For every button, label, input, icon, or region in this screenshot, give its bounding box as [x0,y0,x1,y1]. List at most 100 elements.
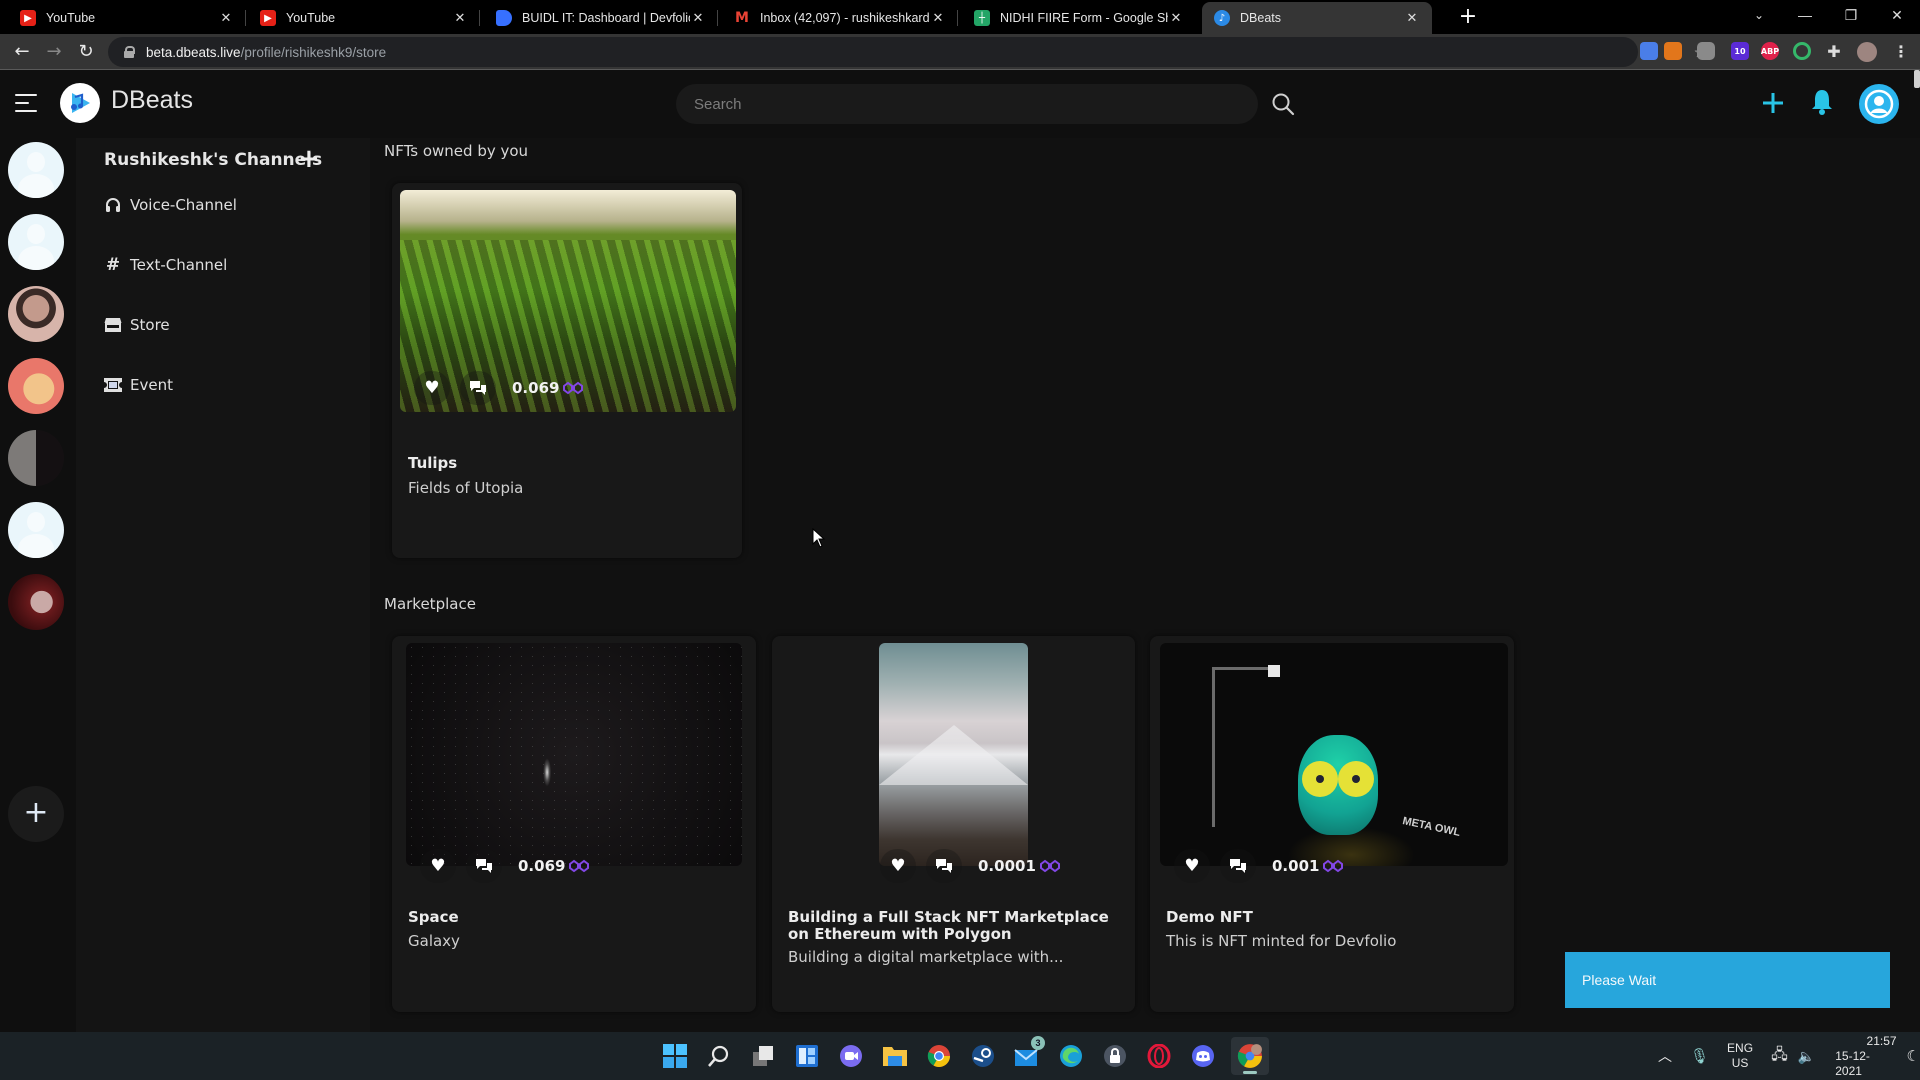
hamburger-menu-icon[interactable] [15,94,37,112]
close-tab-icon[interactable]: ✕ [930,11,946,26]
user-avatar-button[interactable] [1859,84,1899,124]
extensions-puzzle-icon[interactable]: ✚ [1825,42,1843,61]
opera-icon[interactable] [1143,1040,1175,1072]
minimize-button[interactable]: — [1782,0,1828,30]
focus-assist-moon-icon[interactable]: ☾ [1907,1047,1920,1065]
server-icon[interactable] [8,502,64,558]
edge-icon[interactable] [1055,1040,1087,1072]
system-tray: ︿ 🎙 ENG US 🖧 🔈 21:57 15-12-2021 ☾ [1658,1032,1920,1080]
notification-bell-icon[interactable] [1810,88,1834,116]
add-icon[interactable] [1760,90,1786,116]
like-button[interactable]: ♥ [414,371,450,405]
server-icon[interactable] [8,214,64,270]
windows-start-icon[interactable] [659,1040,691,1072]
eyedropper-extension-icon[interactable] [1640,42,1658,60]
language-indicator[interactable]: ENG US [1727,1041,1753,1071]
main-content: NFTs owned by you ♥ 0.069 Tulips Fields … [370,138,1920,1032]
nft-meta: ♥ 0.001 [1174,849,1344,883]
heart-icon: ♥ [424,378,440,398]
polygon-matic-icon [569,859,590,873]
server-icon[interactable] [8,430,64,486]
close-tab-icon[interactable]: ✕ [1168,11,1184,26]
comment-button[interactable] [1220,849,1256,883]
target-extension-icon[interactable] [1793,42,1811,60]
marketplace-nft-card[interactable]: ♥ 0.069 Space Galaxy [392,636,756,1012]
marketplace-nft-card[interactable]: META OWL ♥ 0.001 Demo NFT This is NFT mi… [1150,636,1514,1012]
like-button[interactable]: ♥ [420,849,456,883]
reload-button[interactable]: ↻ [74,40,98,64]
browser-tab-active[interactable]: ♪ DBeats ✕ [1202,2,1432,34]
browser-tab[interactable]: M Inbox (42,097) - rushikeshkardile ✕ [722,2,958,34]
chrome-icon[interactable] [923,1040,955,1072]
forward-button[interactable]: → [42,40,66,64]
search-input[interactable] [676,84,1258,124]
app-header: DBeats [0,70,1920,138]
page-scrollbar[interactable] [1914,70,1920,88]
server-icon[interactable] [8,358,64,414]
heart-icon: ♥ [1184,856,1200,876]
dbeats-logo[interactable] [60,83,100,123]
teams-chat-icon[interactable] [835,1040,867,1072]
close-tab-icon[interactable]: ✕ [1404,11,1420,26]
clock[interactable]: 21:57 15-12-2021 [1835,1034,1896,1079]
chrome-profile-icon[interactable] [1231,1037,1269,1075]
nft-name: Demo NFT [1166,908,1253,926]
ext-badge-extension-icon[interactable]: 10 [1731,42,1749,60]
browser-tab[interactable]: BUIDL IT: Dashboard | Devfolio ✕ [484,2,718,34]
nft-card[interactable]: ♥ 0.069 Tulips Fields of Utopia [392,183,742,558]
comment-button[interactable] [466,849,502,883]
server-icon[interactable] [8,286,64,342]
server-icon[interactable] [8,574,64,630]
screenshot-extension-icon[interactable] [1697,42,1715,60]
task-view-icon[interactable] [747,1040,779,1072]
marketplace-nft-card[interactable]: ♥ 0.0001 Building a Full Stack NFT Marke… [772,636,1135,1012]
restore-button[interactable]: ❐ [1828,0,1874,30]
channel-item-voice[interactable]: Voice-Channel [104,193,237,217]
profile-avatar[interactable] [1857,42,1877,62]
address-bar[interactable]: beta.dbeats.live/profile/rishikeshk9/sto… [108,37,1706,67]
channel-item-event[interactable]: Event [104,373,173,397]
comment-button[interactable] [926,849,962,883]
close-window-button[interactable]: ✕ [1874,0,1920,30]
like-button[interactable]: ♥ [880,849,916,883]
channel-item-text[interactable]: # Text-Channel [104,253,227,277]
adblock-plus-extension-icon[interactable]: ABP [1761,42,1779,60]
close-tab-icon[interactable]: ✕ [218,11,234,26]
volume-icon[interactable]: 🔈 [1798,1048,1815,1065]
close-tab-icon[interactable]: ✕ [452,11,468,26]
nft-price: 0.069 [518,857,566,875]
browser-menu-icon[interactable]: ⋮ [1892,42,1910,61]
mail-icon[interactable]: 3 [1011,1036,1045,1072]
browser-toolbar: ← → ↻ beta.dbeats.live/profile/rishikesh… [0,34,1920,70]
headphones-icon [104,196,122,214]
channel-item-store[interactable]: Store [104,313,170,337]
new-tab-button[interactable]: + [1455,4,1481,30]
search-icon[interactable] [703,1040,735,1072]
discord-icon[interactable] [1187,1040,1219,1072]
microphone-icon[interactable]: 🎙 [1690,1047,1709,1065]
add-channel-button[interactable]: + [298,146,320,172]
browser-tab[interactable]: ▶ YouTube ✕ [8,2,246,34]
steam-icon[interactable] [967,1040,999,1072]
polygon-matic-icon [563,381,584,395]
browser-tab[interactable]: ▶ YouTube ✕ [248,2,480,34]
active-app-indicator [1243,1071,1257,1074]
back-button[interactable]: ← [10,40,34,64]
network-icon[interactable]: 🖧 [1771,1044,1788,1069]
server-icon[interactable] [8,142,64,198]
lock-app-icon[interactable] [1099,1040,1131,1072]
owned-section-title: NFTs owned by you [384,142,529,160]
tab-search-icon[interactable]: ⌄ [1736,0,1782,30]
search-icon[interactable] [1270,91,1296,117]
comment-button[interactable] [460,371,496,405]
file-explorer-icon[interactable] [879,1040,911,1072]
close-tab-icon[interactable]: ✕ [690,11,706,26]
widgets-icon[interactable] [791,1040,823,1072]
like-button[interactable]: ♥ [1174,849,1210,883]
comments-icon [476,859,492,873]
metamask-extension-icon[interactable] [1664,42,1682,60]
add-server-button[interactable]: + [8,786,64,842]
sheets-icon: ┼ [974,10,990,26]
browser-tab[interactable]: ┼ NIDHI FIIRE Form - Google Sheet ✕ [962,2,1196,34]
show-hidden-icons-chevron-up-icon[interactable]: ︿ [1658,1046,1672,1066]
